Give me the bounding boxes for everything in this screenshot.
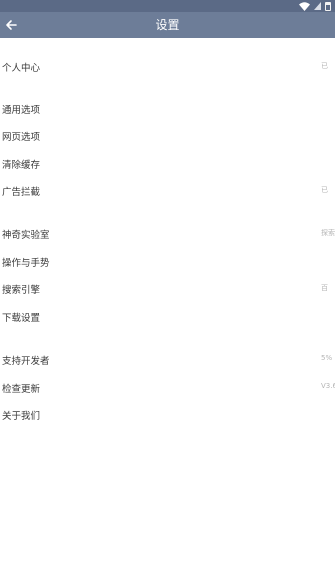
settings-item-value: 百: [321, 284, 328, 292]
settings-item-label: 检查更新: [2, 384, 41, 395]
settings-item-value: 探索: [321, 229, 335, 237]
signal-icon: [314, 2, 321, 10]
settings-item-label: 广告拦截: [2, 187, 41, 198]
settings-item-support-developer[interactable]: 支持开发者 5%: [0, 349, 335, 371]
settings-item-about[interactable]: 关于我们: [0, 404, 335, 426]
settings-item-label: 关于我们: [2, 411, 41, 422]
battery-icon: [325, 1, 331, 11]
settings-item-download[interactable]: 下载设置: [0, 306, 335, 328]
settings-item-label: 搜索引擎: [2, 285, 41, 296]
settings-item-label: 网页选项: [2, 132, 41, 143]
status-bar: [0, 0, 335, 12]
settings-item-ad-block[interactable]: 广告拦截 已: [0, 180, 335, 202]
settings-item-label: 通用选项: [2, 105, 41, 116]
settings-item-value: 已: [321, 186, 328, 194]
app-bar: 设置: [0, 12, 335, 38]
page-title: 设置: [155, 18, 180, 32]
settings-item-search-engine[interactable]: 搜索引擎 百: [0, 278, 335, 300]
settings-item-label: 清除缓存: [2, 160, 41, 171]
settings-item-web[interactable]: 网页选项: [0, 125, 335, 147]
settings-item-check-update[interactable]: 检查更新 V3.6: [0, 377, 335, 399]
settings-item-label: 操作与手势: [2, 258, 50, 269]
settings-item-lab[interactable]: 神奇实验室 探索: [0, 223, 335, 245]
status-icons: [299, 1, 331, 11]
settings-item-value: 已: [321, 62, 328, 70]
settings-item-personal-center[interactable]: 个人中心 已: [0, 56, 335, 78]
settings-item-label: 下载设置: [2, 313, 41, 324]
settings-item-general[interactable]: 通用选项: [0, 98, 335, 120]
settings-item-value: 5%: [321, 354, 333, 362]
wifi-icon: [299, 1, 310, 11]
settings-item-label: 支持开发者: [2, 356, 50, 367]
settings-item-value: V3.6: [321, 382, 335, 390]
settings-item-gestures[interactable]: 操作与手势: [0, 251, 335, 273]
settings-item-label: 神奇实验室: [2, 230, 50, 241]
settings-item-clear-cache[interactable]: 清除缓存: [0, 153, 335, 175]
settings-item-label: 个人中心: [2, 63, 41, 74]
